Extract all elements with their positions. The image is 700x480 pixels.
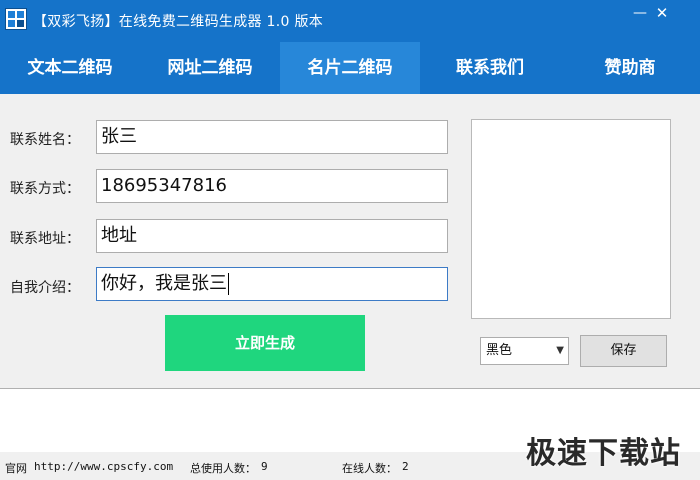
- close-icon[interactable]: ✕: [652, 4, 672, 22]
- watermark: 极速下载站: [526, 436, 681, 471]
- site-label: 官网: [5, 462, 27, 475]
- site-url[interactable]: http://www.cpscfy.com: [34, 460, 173, 473]
- generate-button[interactable]: 立即生成: [165, 315, 365, 371]
- address-label: 联系地址：: [10, 231, 80, 247]
- tab-contact-us[interactable]: 联系我们: [420, 42, 560, 94]
- name-value: 张三: [101, 126, 137, 147]
- qr-preview: [471, 119, 671, 319]
- online-users-count: 2: [402, 460, 409, 473]
- total-users-count: 9: [261, 460, 268, 473]
- dropdown-arrow-icon: ▼: [556, 345, 564, 356]
- color-select[interactable]: 黑色 ▼: [480, 337, 569, 365]
- address-value: 地址: [101, 225, 137, 246]
- address-input[interactable]: 地址: [96, 219, 448, 253]
- total-users-label: 总使用人数：: [190, 462, 256, 475]
- contact-input[interactable]: 18695347816: [96, 169, 448, 203]
- title-bar: 【双彩飞扬】在线免费二维码生成器 1.0 版本 — ✕: [0, 0, 700, 42]
- color-select-value: 黑色: [486, 343, 513, 358]
- contact-value: 18695347816: [101, 175, 227, 196]
- contact-label: 联系方式：: [10, 181, 80, 197]
- text-caret: [228, 273, 229, 295]
- intro-label: 自我介绍：: [10, 280, 80, 296]
- tab-sponsor[interactable]: 赞助商: [560, 42, 700, 94]
- tab-bar: 文本二维码 网址二维码 名片二维码 联系我们 赞助商: [0, 42, 700, 94]
- tab-card-qr[interactable]: 名片二维码: [280, 42, 420, 94]
- online-users-label: 在线人数：: [342, 462, 397, 475]
- window-title: 【双彩飞扬】在线免费二维码生成器 1.0 版本: [33, 14, 324, 30]
- name-input[interactable]: 张三: [96, 120, 448, 154]
- name-label: 联系姓名：: [10, 132, 80, 148]
- intro-value: 你好，我是张三: [101, 273, 227, 294]
- minimize-icon[interactable]: —: [630, 4, 650, 22]
- save-button[interactable]: 保存: [580, 335, 667, 367]
- tab-text-qr[interactable]: 文本二维码: [0, 42, 140, 94]
- tab-url-qr[interactable]: 网址二维码: [140, 42, 280, 94]
- app-qr-icon: [5, 8, 27, 30]
- intro-input[interactable]: 你好，我是张三: [96, 267, 448, 301]
- card-form-panel: 联系姓名： 张三 联系方式： 18695347816 联系地址： 地址 自我介绍…: [0, 94, 700, 388]
